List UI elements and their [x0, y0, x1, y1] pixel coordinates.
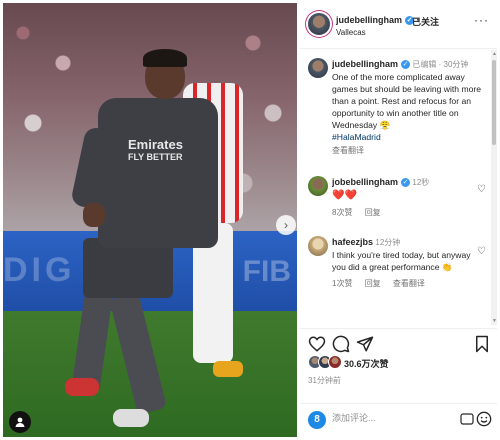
author-avatar[interactable]: [308, 13, 330, 35]
smile-icon[interactable]: [476, 411, 492, 427]
more-options-icon[interactable]: ···: [474, 13, 489, 27]
comment-text: I think you're tired today, but anyway y…: [332, 250, 471, 272]
post-location[interactable]: Vallecas: [336, 28, 366, 37]
comment-input[interactable]: [332, 413, 452, 423]
likes-count[interactable]: 30.6万次赞: [344, 357, 389, 370]
likes-summary[interactable]: 30.6万次赞: [308, 355, 488, 371]
post-side-panel: judebellingham ✓ · 已关注 Vallecas ··· judeb…: [300, 3, 497, 437]
caption-username[interactable]: judebellingham: [332, 59, 398, 69]
gif-shape: [460, 413, 474, 425]
comment-time: 12秒: [412, 178, 430, 187]
next-photo-button[interactable]: ›: [276, 215, 296, 235]
post-time: 31分钟前: [308, 376, 341, 385]
caption-author-avatar[interactable]: [308, 58, 328, 78]
follow-button[interactable]: 已关注: [412, 15, 439, 28]
comment-icon[interactable]: [332, 335, 350, 353]
see-translation-link[interactable]: 查看翻译: [332, 145, 486, 157]
comment-text: ❤️❤️: [332, 190, 357, 201]
bookmark-icon[interactable]: [473, 335, 491, 353]
tagged-people-button[interactable]: [9, 411, 31, 433]
comment-likes[interactable]: 8次赞: [332, 208, 352, 217]
author-username[interactable]: judebellingham ✓ ·: [336, 15, 420, 26]
comment-time: 12分钟: [375, 238, 401, 247]
verified-badge-icon: ✓: [401, 60, 411, 70]
hashtag-link[interactable]: #HalaMadrid: [332, 132, 381, 142]
comments-list[interactable]: judebellingham ✓ 已编辑 · 30分钟 One of the mo…: [300, 50, 490, 325]
commenter-avatar[interactable]: [308, 176, 328, 196]
ad-board-text-left: DIG: [3, 251, 76, 289]
commenter-username[interactable]: hafeezjbs: [332, 237, 373, 247]
commenter-username[interactable]: jobebellingham: [332, 177, 398, 187]
reply-button[interactable]: 回复: [365, 208, 381, 217]
scrollbar-thumb[interactable]: [492, 60, 496, 145]
scroll-up-icon[interactable]: ▲: [492, 51, 497, 57]
like-comment-heart-icon[interactable]: ♡: [477, 246, 486, 257]
post-header: judebellingham ✓ · 已关注 Vallecas ···: [300, 3, 497, 49]
person-tag-icon: [15, 417, 25, 427]
commenter-avatar[interactable]: [308, 236, 328, 256]
comment-likes[interactable]: 1次赞: [332, 279, 352, 288]
like-comment-heart-icon[interactable]: ♡: [477, 184, 486, 195]
post-actions-bar: [300, 328, 497, 358]
verified-badge-icon: ✓: [401, 178, 411, 188]
add-comment-bar: 8: [300, 403, 497, 437]
emoji-icon[interactable]: 8: [308, 411, 326, 429]
caption-meta: 已编辑 · 30分钟: [412, 60, 469, 69]
heart-icon[interactable]: [308, 335, 326, 353]
shirt-sponsor: Emirates FLY BETTER: [128, 137, 183, 162]
main-player: Emirates FLY BETTER: [65, 43, 223, 433]
post-photo[interactable]: DIG FIB Emirates FLY BETTER ›: [3, 3, 297, 437]
liker-avatar: [328, 355, 342, 369]
send-icon[interactable]: [356, 335, 374, 353]
gif-icon[interactable]: [460, 413, 474, 428]
caption-text: One of the more complicated away games b…: [332, 72, 482, 130]
chevron-right-icon: ›: [284, 218, 288, 232]
scroll-down-icon[interactable]: ▼: [492, 318, 497, 324]
see-translation-link[interactable]: 查看翻译: [393, 279, 425, 288]
comments-scrollbar[interactable]: ▲ ▼: [491, 50, 497, 325]
reply-button[interactable]: 回复: [365, 279, 381, 288]
post-modal: DIG FIB Emirates FLY BETTER › judebellin…: [0, 0, 500, 440]
